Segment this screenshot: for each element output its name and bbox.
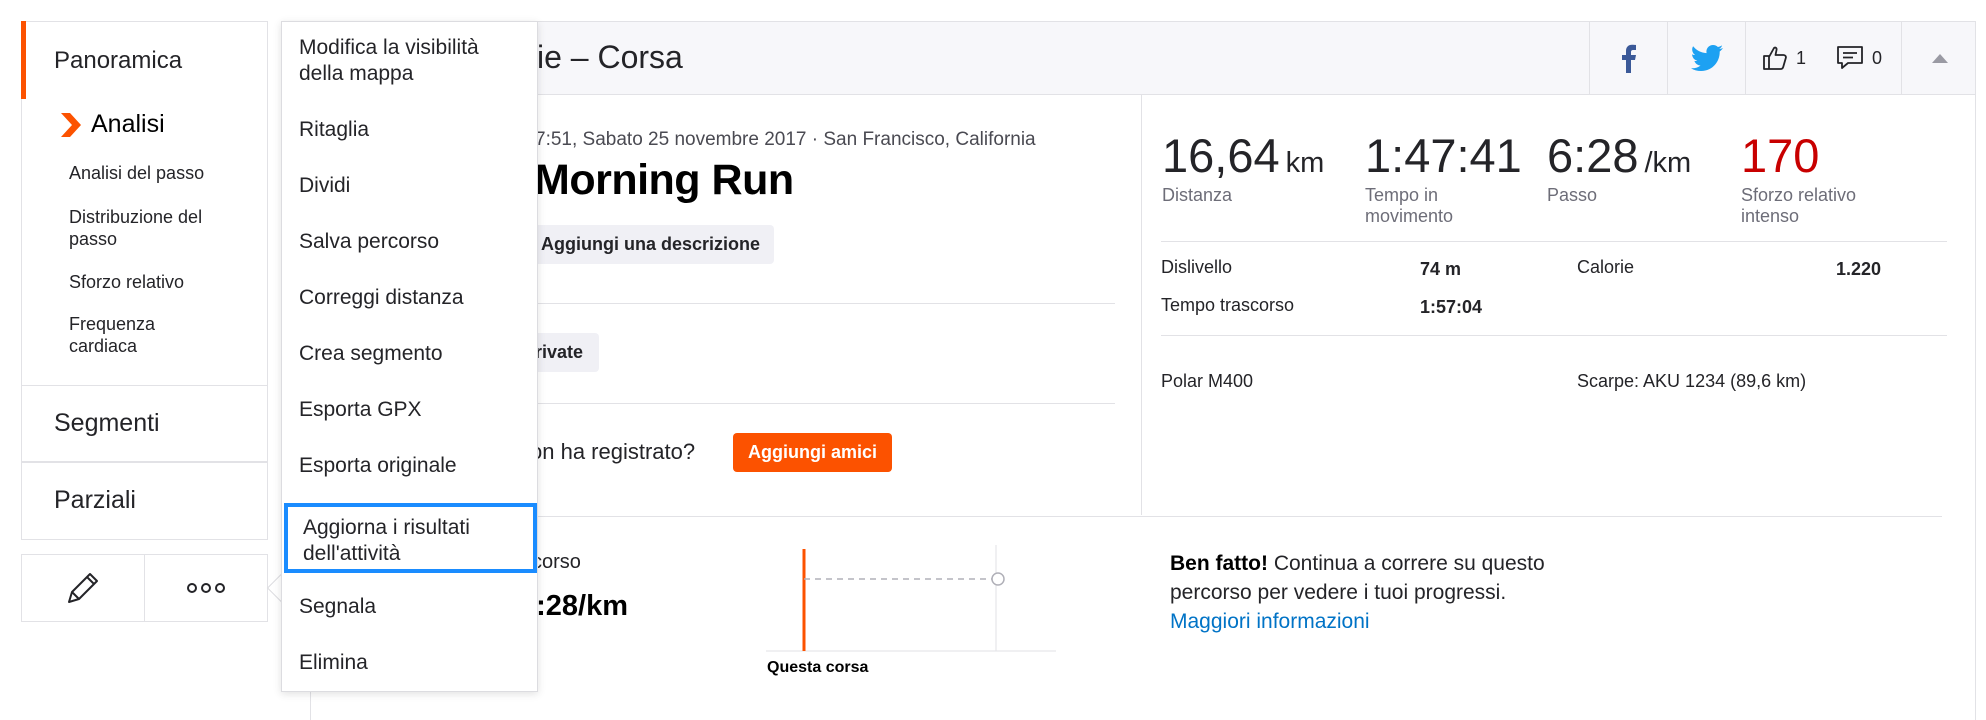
sidebar-item-analysis[interactable]: Analisi xyxy=(91,110,165,139)
comment-icon xyxy=(1837,46,1863,69)
stat-value: 1:47:41 xyxy=(1365,129,1522,182)
menu-item-crop[interactable]: Ritaglia xyxy=(299,117,519,143)
menu-item-map-visibility[interactable]: Modifica la visibilità della mappa xyxy=(299,35,519,87)
stat-relative-effort[interactable]: 170 Sforzo relativo intenso xyxy=(1741,128,1901,227)
course-label: corso xyxy=(532,551,581,573)
chart-caption: Questa corsa xyxy=(767,659,869,676)
menu-item-create-segment[interactable]: Crea segmento xyxy=(299,341,519,367)
menu-item-delete[interactable]: Elimina xyxy=(299,650,519,676)
page-title: zie – Corsa xyxy=(521,39,683,75)
stat-value: 16,64 xyxy=(1162,129,1280,182)
stat-distance: 16,64 km Distanza xyxy=(1162,128,1324,206)
facebook-icon xyxy=(1621,44,1636,73)
sidebar-sub-pace-analysis[interactable]: Analisi del passo xyxy=(69,162,259,184)
collapse-header-button[interactable] xyxy=(1901,22,1977,94)
more-actions-button[interactable] xyxy=(144,555,267,621)
activity-header: zie – Corsa 1 0 xyxy=(310,21,1976,95)
activity-name: Morning Run xyxy=(534,156,794,204)
stat-pace: 6:28/km Passo xyxy=(1547,128,1691,206)
sidebar-item-label: Parziali xyxy=(54,486,136,514)
menu-item-save-route[interactable]: Salva percorso xyxy=(299,229,519,255)
stat-moving-time: 1:47:41 Tempo in movimento xyxy=(1365,128,1522,227)
twitter-icon xyxy=(1690,45,1723,71)
stat-value: 6:28 xyxy=(1547,129,1639,182)
ellipsis-icon xyxy=(187,583,225,593)
sidebar-sub-pace-distribution[interactable]: Distribuzione del passo xyxy=(69,206,249,250)
menu-item-split[interactable]: Dividi xyxy=(299,173,519,199)
sidebar-item-label: Segmenti xyxy=(54,409,160,437)
sidebar-item-overview[interactable]: Panoramica xyxy=(21,21,268,99)
menu-item-export-gpx[interactable]: Esporta GPX xyxy=(299,397,519,423)
more-info-link[interactable]: Maggiori informazioni xyxy=(1170,607,1590,636)
menu-item-correct-distance[interactable]: Correggi distanza xyxy=(299,285,519,311)
calories-label: Calorie xyxy=(1577,257,1635,277)
stat-unit: km xyxy=(1285,147,1325,179)
stat-label: Sforzo relativo intenso xyxy=(1741,185,1857,226)
stat-unit: /km xyxy=(1644,147,1692,179)
edit-button[interactable] xyxy=(22,555,144,621)
stat-value: 170 xyxy=(1741,129,1820,182)
thumbs-up-icon xyxy=(1763,46,1787,70)
add-description-button[interactable]: Aggiungi una descrizione xyxy=(527,225,775,264)
comments-count: 0 xyxy=(1872,47,1883,68)
menu-item-export-original[interactable]: Esporta originale xyxy=(299,453,519,479)
calories-value: 1.220 xyxy=(1836,259,1882,279)
actions-dropdown-menu: Modifica la visibilità della mappa Ritag… xyxy=(281,21,538,692)
kudos-count: 1 xyxy=(1796,47,1807,68)
sidebar-sub-heart-rate[interactable]: Frequenza cardiaca xyxy=(69,313,199,357)
pencil-icon xyxy=(68,573,98,603)
sidebar-item-segments[interactable]: Segmenti xyxy=(21,385,268,462)
stat-label: Passo xyxy=(1547,185,1598,205)
menu-item-refresh-results[interactable]: Aggiorna i risultati dell'attività xyxy=(284,503,537,573)
twitter-share-button[interactable] xyxy=(1667,22,1745,94)
kudos-button[interactable]: 1 0 xyxy=(1745,22,1885,94)
friends-question: on ha registrato? xyxy=(530,439,696,464)
course-progress-chart xyxy=(766,545,1056,652)
device-name: Polar M400 xyxy=(1161,371,1254,391)
caret-up-icon xyxy=(1931,54,1948,63)
encouragement-message: Ben fatto! Continua a correre su questo … xyxy=(1170,549,1590,636)
chevron-right-icon xyxy=(61,113,81,137)
activity-sidebar: Panoramica xyxy=(21,21,268,99)
add-friends-button[interactable]: Aggiungi amici xyxy=(733,433,893,472)
activity-date-location: 7:51, Sabato 25 novembre 2017 · San Fran… xyxy=(535,129,1036,150)
elevation-value: 74 m xyxy=(1420,259,1462,279)
encouragement-bold: Ben fatto! xyxy=(1170,552,1268,575)
elapsed-time-value: 1:57:04 xyxy=(1420,297,1483,317)
shoes-info[interactable]: Scarpe: AKU 1234 (89,6 km) xyxy=(1577,371,1806,392)
sidebar-item-splits[interactable]: Parziali xyxy=(21,462,268,540)
menu-item-report[interactable]: Segnala xyxy=(299,594,519,620)
elevation-label: Dislivello xyxy=(1161,257,1233,277)
sidebar-tools xyxy=(21,554,268,622)
facebook-share-button[interactable] xyxy=(1589,22,1667,94)
sidebar-item-label: Panoramica xyxy=(54,47,183,74)
elapsed-time-label: Tempo trascorso xyxy=(1161,295,1295,315)
sidebar-sub-relative-effort[interactable]: Sforzo relativo xyxy=(69,271,259,293)
trend-point xyxy=(991,572,1005,586)
stat-label: Tempo in movimento xyxy=(1365,185,1454,226)
stat-label: Distanza xyxy=(1162,185,1233,205)
